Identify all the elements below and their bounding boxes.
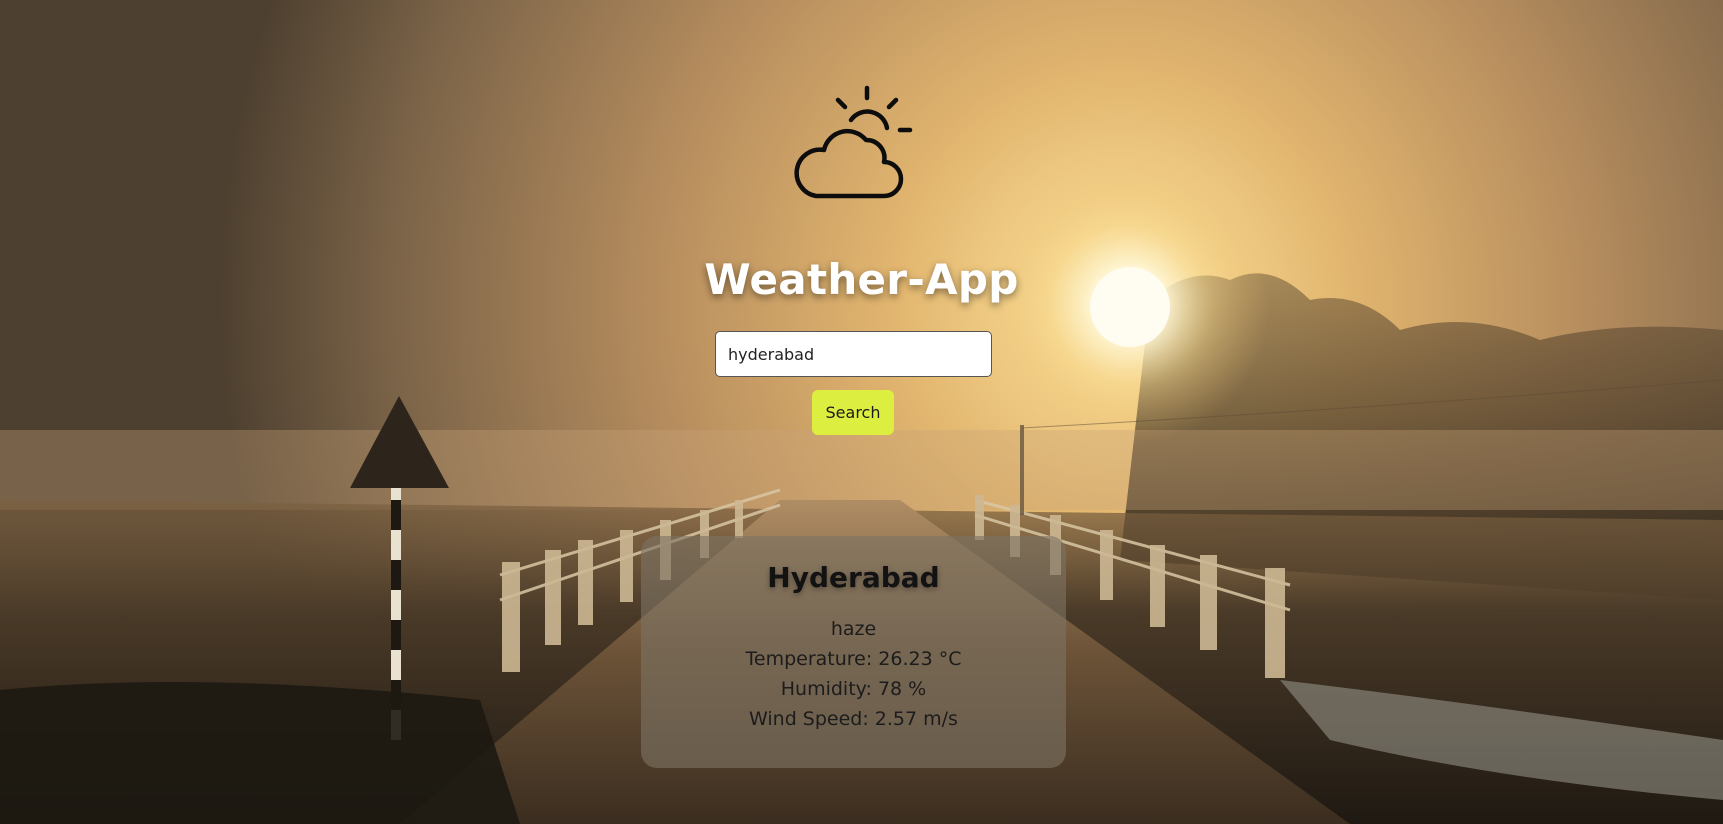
- city-name: Hyderabad: [767, 561, 940, 594]
- weather-description: haze: [830, 618, 877, 640]
- weather-result-card: Hyderabad haze Temperature: 26.23 °C Hum…: [641, 536, 1066, 768]
- humidity-readout: Humidity: 78 %: [780, 678, 927, 700]
- app-title: Weather-App: [704, 255, 1019, 304]
- wind-speed-readout: Wind Speed: 2.57 m/s: [749, 708, 958, 730]
- partly-cloudy-icon: [794, 85, 913, 199]
- city-search-input[interactable]: [715, 331, 992, 377]
- search-button[interactable]: Search: [812, 390, 894, 435]
- temperature-readout: Temperature: 26.23 °C: [745, 648, 962, 670]
